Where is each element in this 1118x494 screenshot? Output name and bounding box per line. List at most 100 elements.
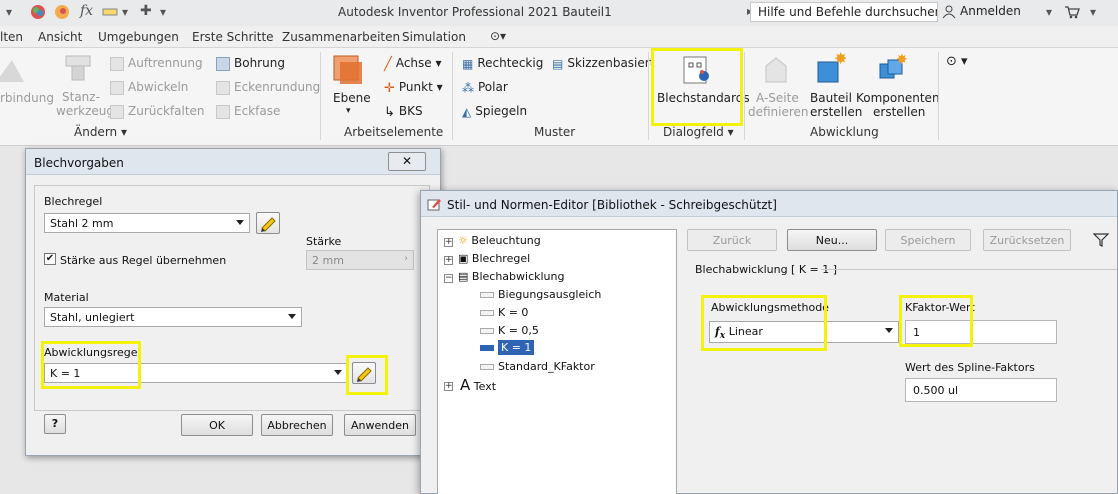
chevron-down-icon xyxy=(334,370,342,375)
tab-ansicht[interactable]: Ansicht xyxy=(38,30,82,44)
neu-button[interactable]: Neu... xyxy=(787,229,877,251)
skizzenbasiert-label: Skizzenbasiert xyxy=(567,56,655,70)
dropdown-arrow-icon[interactable]: ▾ xyxy=(1090,5,1096,21)
komponenten-erstellen-label-2[interactable]: erstellen xyxy=(873,105,925,119)
parameters-fx-icon[interactable]: fx xyxy=(80,3,93,19)
dialog-title: Stil- und Normen-Editor [Bibliothek - Sc… xyxy=(421,191,1117,217)
tab-umgebungen[interactable]: Umgebungen xyxy=(98,30,179,44)
tree-item-k05[interactable]: K = 0,5 xyxy=(480,324,539,337)
material-select[interactable]: Stahl, unlegiert xyxy=(44,307,302,327)
filter-icon[interactable] xyxy=(1093,233,1109,247)
tab-modellieren[interactable]: lten xyxy=(0,30,23,44)
more-options-icon[interactable]: ⊙ ▾ xyxy=(946,54,968,69)
skizzenbasiert-button[interactable]: ▤ Skizzenbasiert xyxy=(552,56,654,71)
punkt-icon: ✛ xyxy=(384,80,395,96)
dropdown-arrow-icon[interactable]: ▾ xyxy=(1046,5,1052,21)
dialog-title: Blechvorgaben xyxy=(26,149,440,175)
ebene-dropdown-icon[interactable]: ▾ xyxy=(346,106,351,116)
tree-item-blechabwicklung[interactable]: ▤ Blechabwicklung xyxy=(458,270,564,283)
spiegeln-label: Spiegeln xyxy=(475,104,528,118)
eckfase-button[interactable]: Eckfase xyxy=(216,104,280,119)
section-divider xyxy=(821,269,1117,270)
komponenten-erstellen-label-1[interactable]: Komponenten xyxy=(856,91,940,105)
expand-icon[interactable]: + xyxy=(444,256,453,265)
zuruecksetzen-button[interactable]: Zurücksetzen xyxy=(983,229,1071,251)
auftrennung-button[interactable]: Auftrennung xyxy=(110,56,203,71)
group-aendern-label[interactable]: Ändern ▾ xyxy=(74,125,127,139)
tree-item-text[interactable]: A Text xyxy=(460,376,496,394)
zurueck-button[interactable]: Zurück xyxy=(687,229,777,251)
achse-icon: ╱ xyxy=(384,56,392,72)
stanzwerkzeug-icon xyxy=(65,55,91,81)
tab-simulation[interactable]: Simulation xyxy=(402,30,466,44)
spiegeln-button[interactable]: ◭ Spiegeln xyxy=(462,104,527,119)
abwickeln-button[interactable]: Abwickeln xyxy=(110,80,188,95)
staerke-field[interactable]: 2 mm › xyxy=(306,250,414,270)
bks-button[interactable]: ↳ BKS xyxy=(384,104,423,120)
staerke-checkbox-label: Stärke aus Regel übernehmen xyxy=(60,254,227,267)
signin-link[interactable]: Anmelden xyxy=(960,4,1021,18)
ribbon-separator xyxy=(320,52,321,140)
zurueckfalten-label: Zurückfalten xyxy=(128,104,205,118)
eckenrundung-button[interactable]: Eckenrundung xyxy=(216,80,320,95)
tree-item-k0[interactable]: K = 0 xyxy=(480,306,528,319)
auftrennung-label: Auftrennung xyxy=(128,56,203,70)
tree-item-blechregel[interactable]: ▣ Blechregel xyxy=(458,252,530,265)
dropdown-arrow-icon[interactable]: ▾ xyxy=(122,5,128,21)
a-seite-label-2[interactable]: definieren xyxy=(748,105,809,119)
zurueckfalten-button[interactable]: Zurückfalten xyxy=(110,104,205,119)
stanzwerkzeug-label-2[interactable]: werkzeug xyxy=(56,104,114,118)
expand-icon[interactable]: + xyxy=(444,382,453,391)
dropdown-arrow-icon[interactable]: ▾ xyxy=(6,5,12,21)
text-style-icon: A xyxy=(460,376,471,394)
tree-item-k1[interactable]: K = 1 xyxy=(480,340,535,355)
edit-blechregel-button[interactable] xyxy=(256,212,280,234)
tab-zusammenarbeiten[interactable]: Zusammenarbeiten xyxy=(282,30,400,44)
anwenden-button[interactable]: Anwenden xyxy=(344,414,416,436)
dropdown-arrow-icon[interactable]: ▾ xyxy=(160,5,166,21)
chevron-down-icon xyxy=(288,314,296,319)
abbrechen-button[interactable]: Abbrechen xyxy=(261,414,333,436)
collapse-icon[interactable]: − xyxy=(444,274,453,283)
group-arbeitselemente-label: Arbeitselemente xyxy=(344,125,444,139)
ribbon-tab-bar: lten Ansicht Umgebungen Erste Schritte Z… xyxy=(0,26,1118,48)
group-dialogfeld-label[interactable]: Dialogfeld ▾ xyxy=(663,125,734,139)
achse-button[interactable]: ╱ Achse ▾ xyxy=(384,56,442,72)
tree-item-standard-kfaktor[interactable]: Standard_KFaktor xyxy=(480,360,595,373)
staerke-checkbox[interactable]: ✔ xyxy=(44,253,56,265)
tab-erste-schritte[interactable]: Erste Schritte xyxy=(192,30,274,44)
material-icon[interactable] xyxy=(54,4,70,20)
spline-factor-input[interactable]: 0.500 ul xyxy=(905,378,1057,402)
ribbon-separator xyxy=(648,52,649,140)
tab-overflow-icon[interactable]: ⊙▾ xyxy=(490,29,506,43)
bauteil-erstellen-label-2[interactable]: erstellen xyxy=(810,105,862,119)
tree-item-beleuchtung[interactable]: ☼ Beleuchtung xyxy=(458,234,541,247)
tree-item-biegungsausgleich[interactable]: Biegungsausgleich xyxy=(480,288,601,301)
stanzwerkzeug-label-1[interactable]: Stanz- xyxy=(62,90,100,104)
help-icon: ? xyxy=(51,417,59,430)
style-leaf-icon xyxy=(480,364,494,370)
rechteckig-icon: ▦ xyxy=(462,56,474,71)
bohrung-button[interactable]: Bohrung xyxy=(216,56,285,71)
close-button[interactable]: ✕ xyxy=(388,152,426,171)
a-seite-label-1[interactable]: A-Seite xyxy=(756,91,799,105)
blechregel-select[interactable]: Stahl 2 mm xyxy=(44,213,250,233)
user-icon[interactable] xyxy=(942,5,956,19)
plus-icon[interactable]: ✚ xyxy=(140,3,152,19)
bauteil-erstellen-label-1[interactable]: Bauteil xyxy=(810,91,852,105)
speichern-button[interactable]: Speichern xyxy=(885,229,971,251)
expand-icon[interactable]: + xyxy=(444,238,453,247)
rechteckig-button[interactable]: ▦ Rechteckig xyxy=(462,56,543,71)
verbindung-button[interactable]: rbindung xyxy=(0,91,54,105)
measure-icon[interactable] xyxy=(102,6,118,22)
ok-button[interactable]: OK xyxy=(181,414,253,436)
cart-icon[interactable] xyxy=(1064,5,1080,19)
help-button[interactable]: ? xyxy=(44,414,66,434)
punkt-button[interactable]: ✛ Punkt ▾ xyxy=(384,80,443,96)
chevron-down-icon xyxy=(236,220,244,225)
unfold-icon: ▤ xyxy=(458,270,469,283)
appearance-icon[interactable] xyxy=(30,4,46,20)
polar-button[interactable]: ⁂ Polar xyxy=(462,80,508,95)
ebene-button[interactable]: Ebene xyxy=(333,91,371,105)
help-search-input[interactable]: Hilfe und Befehle durchsuchen... xyxy=(750,2,938,22)
